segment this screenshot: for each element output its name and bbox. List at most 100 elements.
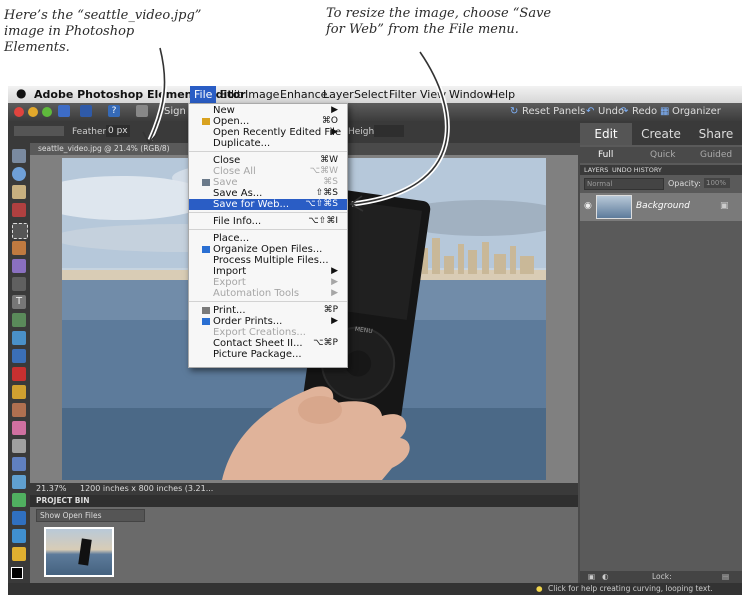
zoom-window-button[interactable] [42, 107, 52, 117]
file-menu-item[interactable]: Export ▶ [189, 277, 347, 288]
workspace-icon[interactable] [136, 105, 148, 117]
show-open-files-dropdown[interactable]: Show Open Files [36, 509, 145, 522]
bin-thumbnail[interactable] [44, 527, 114, 577]
close-window-button[interactable] [14, 107, 24, 117]
tab-share[interactable]: Share [690, 123, 742, 145]
tab-edit[interactable]: Edit [580, 123, 632, 145]
file-menu-item[interactable]: Open Recently Edited File ▶ [189, 127, 347, 138]
brush-tool-icon[interactable] [12, 439, 26, 453]
subtab-full[interactable]: Full [598, 150, 613, 160]
file-menu-item[interactable]: Process Multiple Files... [189, 255, 347, 266]
feather-input[interactable]: 0 px [106, 125, 130, 137]
file-menu-item[interactable]: Close ⌘W [189, 155, 347, 166]
file-menu-item[interactable]: Open... ⌘O [189, 116, 347, 127]
move-tool-icon[interactable] [12, 149, 26, 163]
document-tab[interactable]: seattle_video.jpg @ 21.4% (RGB/8) [30, 143, 198, 155]
red-eye-tool-icon[interactable] [12, 367, 26, 381]
organizer-button[interactable]: Organizer [672, 106, 721, 117]
smart-brush-tool-icon[interactable] [12, 457, 26, 471]
new-layer-icon[interactable]: ▣ [588, 571, 595, 583]
subtab-quick[interactable]: Quick [650, 150, 675, 160]
menu-item-label: Close All [213, 166, 256, 177]
menu-item-label: Organize Open Files... [213, 244, 323, 255]
file-menu-item[interactable]: Organize Open Files... [189, 244, 347, 255]
blur-tool-icon[interactable] [12, 529, 26, 543]
straighten-tool-icon[interactable] [12, 349, 26, 363]
layer-row[interactable]: ◉ Background ▣ [580, 193, 742, 221]
menu-separator [189, 229, 347, 230]
minimize-window-button[interactable] [28, 107, 38, 117]
zoom-level[interactable]: 21.37% [36, 483, 67, 495]
file-menu-item[interactable]: New ▶ [189, 105, 347, 116]
file-menu-item[interactable]: Picture Package... [189, 349, 347, 360]
reset-panels-button[interactable]: Reset Panels [522, 106, 585, 117]
blend-mode-select[interactable]: Normal [584, 178, 664, 190]
help-icon[interactable]: ? [108, 105, 120, 117]
gradient-tool-icon[interactable] [12, 493, 26, 507]
visibility-eye-icon[interactable]: ◉ [584, 201, 592, 211]
crop-tool-icon[interactable] [12, 313, 26, 327]
new-file-icon[interactable] [58, 105, 70, 117]
file-menu-item[interactable]: Contact Sheet II... ⌥⌘P [189, 338, 347, 349]
shape-tool-icon[interactable] [12, 511, 26, 525]
layer-lock-icon: ▣ [720, 201, 729, 211]
file-menu-item[interactable]: Automation Tools ▶ [189, 288, 347, 299]
healing-brush-tool-icon[interactable] [12, 385, 26, 399]
menu-item-shortcut: ⌥⇧⌘I [308, 216, 338, 226]
sponge-tool-icon[interactable] [12, 547, 26, 561]
file-menu-item[interactable]: File Info... ⌥⇧⌘I [189, 216, 347, 227]
file-menu-item[interactable]: Import ▶ [189, 266, 347, 277]
zoom-tool-icon[interactable] [12, 167, 26, 181]
file-menu-item[interactable]: Save for Web... ⌥⇧⌘S [189, 199, 347, 210]
eyedropper-tool-icon[interactable] [12, 203, 26, 217]
selection-brush-tool-icon[interactable] [12, 277, 26, 291]
file-menu-item[interactable]: Save As... ⇧⌘S [189, 188, 347, 199]
layers-tab[interactable]: LAYERS [584, 165, 608, 175]
marquee-tool-icon[interactable] [12, 223, 28, 239]
file-menu-item[interactable]: Order Prints... ▶ [189, 316, 347, 327]
menu-filter[interactable]: Filter [389, 88, 416, 101]
apple-icon[interactable]: ● [16, 86, 26, 100]
file-menu-item[interactable]: Duplicate... [189, 138, 347, 149]
file-menu-item[interactable]: Print... ⌘P [189, 305, 347, 316]
adjustment-layer-icon[interactable]: ◐ [602, 571, 609, 583]
right-panel: Edit Create Share Full Quick Guided LAYE… [580, 123, 742, 595]
undo-history-tab[interactable]: UNDO HISTORY [612, 165, 662, 175]
clone-stamp-tool-icon[interactable] [12, 403, 26, 417]
redo-button[interactable]: Redo [632, 106, 657, 117]
menu-layer[interactable]: Layer [323, 88, 354, 101]
selection-mode-icons[interactable] [14, 126, 64, 136]
layer-name[interactable]: Background [636, 201, 690, 211]
hand-tool-icon[interactable] [12, 185, 26, 199]
paint-bucket-tool-icon[interactable] [12, 475, 26, 489]
delete-layer-icon[interactable]: ▤ [722, 571, 729, 583]
tab-create[interactable]: Create [634, 123, 688, 145]
file-menu-item[interactable]: Place... [189, 233, 347, 244]
file-menu-item[interactable]: Export Creations... [189, 327, 347, 338]
eraser-tool-icon[interactable] [12, 421, 26, 435]
type-tool-icon[interactable]: T [12, 295, 26, 309]
lasso-tool-icon[interactable] [12, 241, 26, 255]
menu-item-label: Process Multiple Files... [213, 255, 329, 266]
cookie-cutter-tool-icon[interactable] [12, 331, 26, 345]
foreground-color-swatch[interactable] [11, 567, 23, 579]
menu-file[interactable]: File [190, 86, 217, 103]
document-tab-label: seattle_video.jpg @ 21.4% (RGB/8) [38, 144, 170, 153]
menu-edit[interactable]: Edit [220, 88, 241, 101]
menu-enhance[interactable]: Enhance [280, 88, 327, 101]
menu-image[interactable]: Image [245, 88, 279, 101]
opacity-input[interactable]: 100% [704, 178, 730, 188]
menu-item-shortcut: ▶ [331, 316, 338, 326]
menu-window[interactable]: Window [449, 88, 492, 101]
height-input[interactable] [374, 125, 404, 137]
menu-select[interactable]: Select [354, 88, 388, 101]
menu-view[interactable]: View [420, 88, 446, 101]
file-menu-dropdown: New ▶ Open... ⌘O Open Recently Edited File ▶ D… [188, 103, 348, 368]
help-tip-text[interactable]: Click for help creating curving, looping… [548, 583, 713, 595]
magic-wand-tool-icon[interactable] [12, 259, 26, 273]
save-icon[interactable] [80, 105, 92, 117]
menu-help[interactable]: Help [490, 88, 515, 101]
file-menu-item[interactable]: Close All ⌥⌘W [189, 166, 347, 177]
subtab-guided[interactable]: Guided [700, 150, 732, 160]
file-menu-item[interactable]: Save ⌘S [189, 177, 347, 188]
